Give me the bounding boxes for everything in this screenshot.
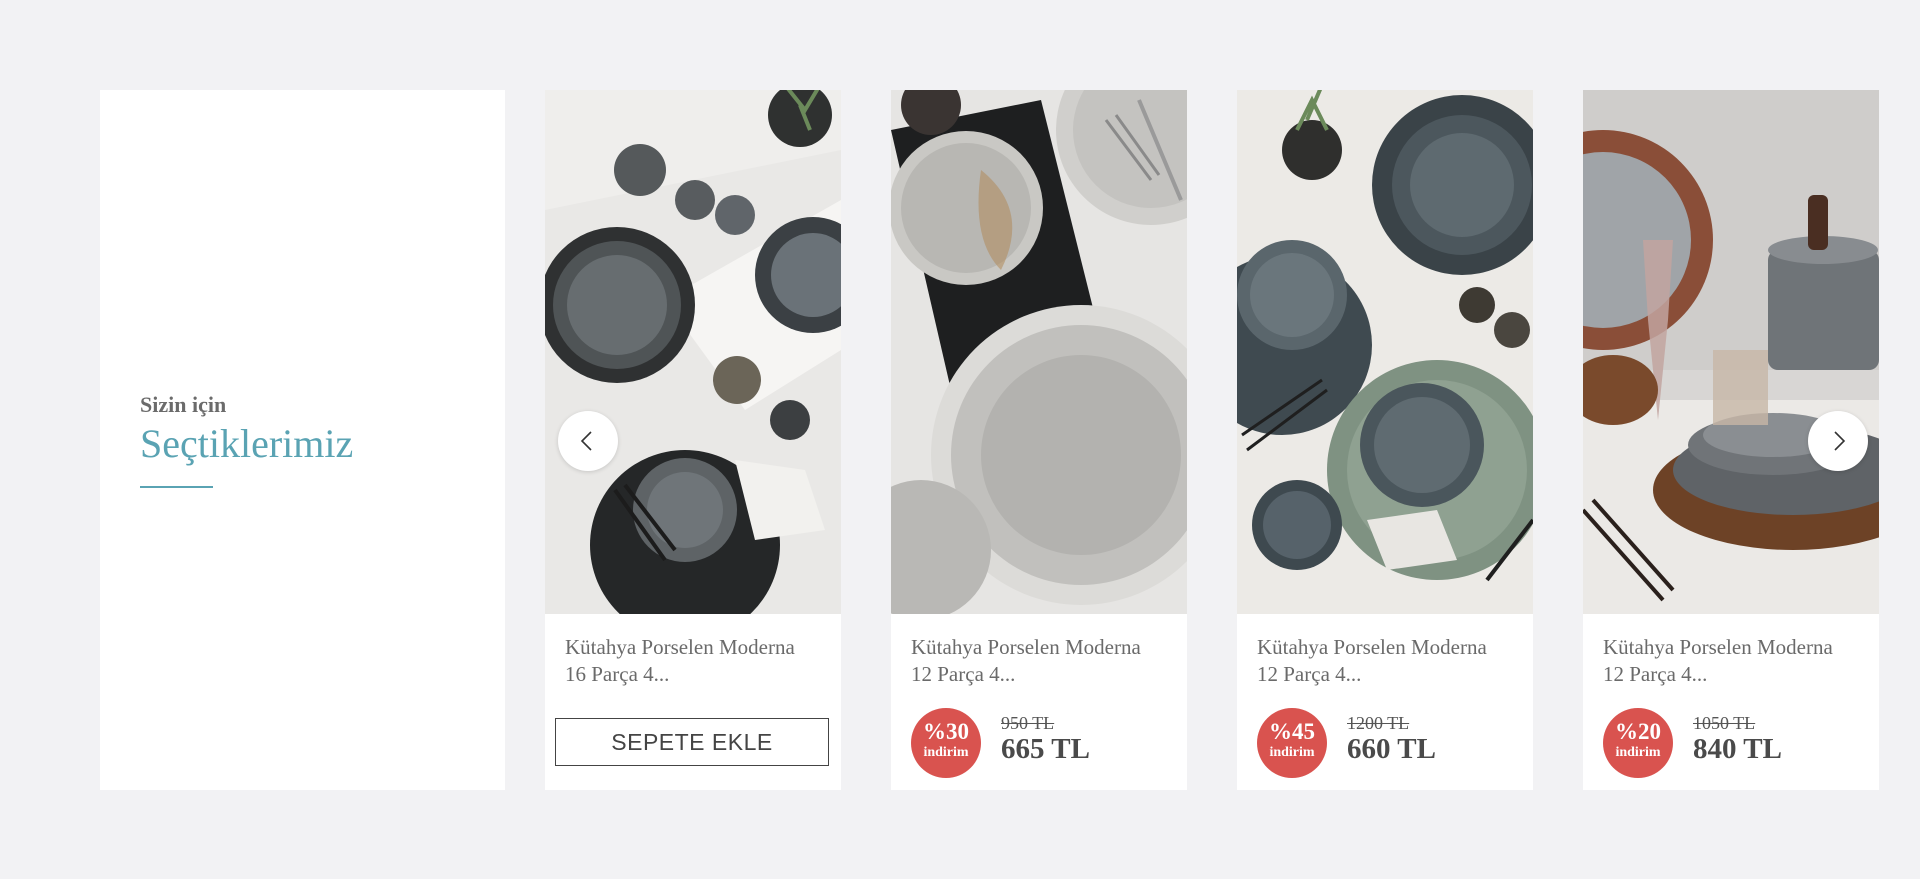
product-title[interactable]: Kütahya Porselen Moderna 12 Parça 4... [911, 634, 1175, 688]
carousel-next-button[interactable] [1808, 411, 1868, 471]
section-headline: Seçtiklerimiz [140, 421, 354, 466]
current-price: 665 TL [1001, 733, 1090, 765]
product-title[interactable]: Kütahya Porselen Moderna 16 Parça 4... [565, 634, 829, 688]
discount-label: indirim [1269, 745, 1315, 760]
old-price: 1050 TL [1693, 713, 1756, 733]
product-card[interactable]: Kütahya Porselen Moderna 12 Parça 4... %… [891, 90, 1187, 790]
product-title[interactable]: Kütahya Porselen Moderna 12 Parça 4... [1257, 634, 1521, 688]
discount-badge: %45 indirim [1257, 708, 1327, 778]
discount-label: indirim [1615, 745, 1661, 760]
product-title-line-2: 12 Parça 4... [1603, 662, 1708, 686]
old-price: 1200 TL [1347, 713, 1410, 733]
product-title-line-1: Kütahya Porselen Moderna [1603, 635, 1833, 659]
product-image[interactable] [1583, 90, 1879, 614]
chevron-left-icon [580, 431, 592, 451]
product-title-line-2: 16 Parça 4... [565, 662, 670, 686]
product-title-line-2: 12 Parça 4... [1257, 662, 1362, 686]
product-image[interactable] [1237, 90, 1533, 614]
section-intro-panel: Sizin için Seçtiklerimiz [100, 90, 505, 790]
current-price: 660 TL [1347, 733, 1436, 765]
carousel-prev-button[interactable] [558, 411, 618, 471]
chevron-right-icon [1834, 431, 1846, 451]
discount-badge: %20 indirim [1603, 708, 1673, 778]
add-to-cart-button[interactable]: SEPETE EKLE [555, 718, 829, 766]
product-title-line-1: Kütahya Porselen Moderna [565, 635, 795, 659]
product-title-line-2: 12 Parça 4... [911, 662, 1016, 686]
discount-label: indirim [923, 745, 969, 760]
discount-percent: %45 [1269, 719, 1315, 744]
discount-badge: %30 indirim [911, 708, 981, 778]
product-image[interactable] [545, 90, 841, 614]
product-card[interactable]: Kütahya Porselen Moderna 12 Parça 4... %… [1237, 90, 1533, 790]
section-kicker: Sizin için [140, 392, 227, 417]
old-price: 950 TL [1001, 713, 1055, 733]
current-price: 840 TL [1693, 733, 1782, 765]
product-image[interactable] [891, 90, 1187, 614]
product-title[interactable]: Kütahya Porselen Moderna 12 Parça 4... [1603, 634, 1867, 688]
discount-percent: %20 [1615, 719, 1661, 744]
headline-underline [140, 486, 213, 488]
product-title-line-1: Kütahya Porselen Moderna [911, 635, 1141, 659]
product-title-line-1: Kütahya Porselen Moderna [1257, 635, 1487, 659]
discount-percent: %30 [923, 719, 969, 744]
